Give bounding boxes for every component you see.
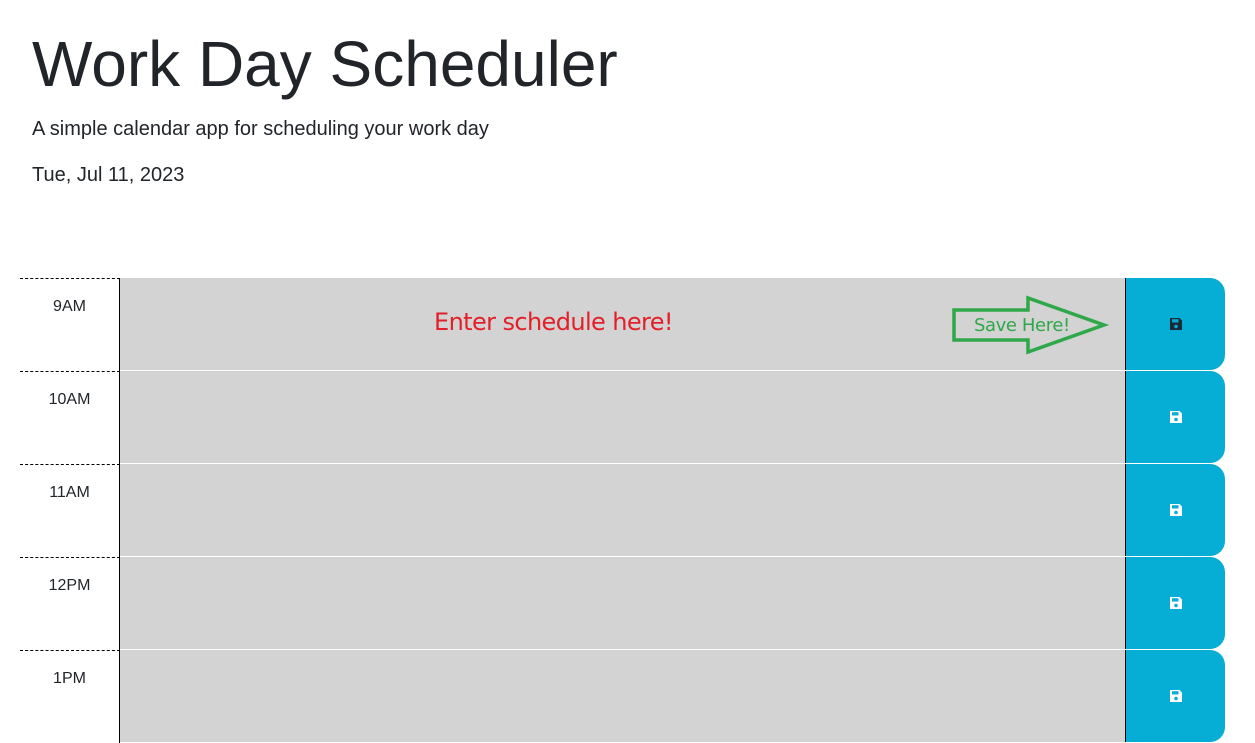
current-date: Tue, Jul 11, 2023	[32, 164, 185, 186]
save-here-annotation: Save Here!	[974, 315, 1070, 336]
hour-label: 9AM	[20, 278, 120, 371]
schedule-input-1pm[interactable]	[120, 650, 1125, 743]
hour-label: 12PM	[20, 557, 120, 650]
save-button-9am[interactable]	[1125, 278, 1225, 370]
floppy-disk-icon	[1169, 504, 1182, 516]
floppy-disk-icon	[1169, 690, 1182, 702]
save-button-1pm[interactable]	[1125, 650, 1225, 742]
timeblock-12pm: 12PM	[20, 557, 1225, 650]
hour-label: 10AM	[20, 371, 120, 464]
hour-label: 1PM	[20, 650, 120, 743]
save-button-11am[interactable]	[1125, 464, 1225, 556]
floppy-disk-icon	[1169, 597, 1182, 609]
schedule-input-12pm[interactable]	[120, 557, 1125, 650]
save-button-10am[interactable]	[1125, 371, 1225, 463]
hour-label: 11AM	[20, 464, 120, 557]
floppy-disk-icon	[1169, 411, 1182, 423]
page-subtitle: A simple calendar app for scheduling you…	[32, 118, 489, 140]
timeblock-1pm: 1PM	[20, 650, 1225, 743]
timeblock-11am: 11AM	[20, 464, 1225, 557]
schedule-input-11am[interactable]	[120, 464, 1125, 557]
floppy-disk-icon	[1169, 318, 1182, 330]
save-button-12pm[interactable]	[1125, 557, 1225, 649]
timeblock-10am: 10AM	[20, 371, 1225, 464]
schedule-input-10am[interactable]	[120, 371, 1125, 464]
page-title: Work Day Scheduler	[32, 28, 618, 100]
enter-schedule-annotation: Enter schedule here!	[434, 308, 674, 336]
